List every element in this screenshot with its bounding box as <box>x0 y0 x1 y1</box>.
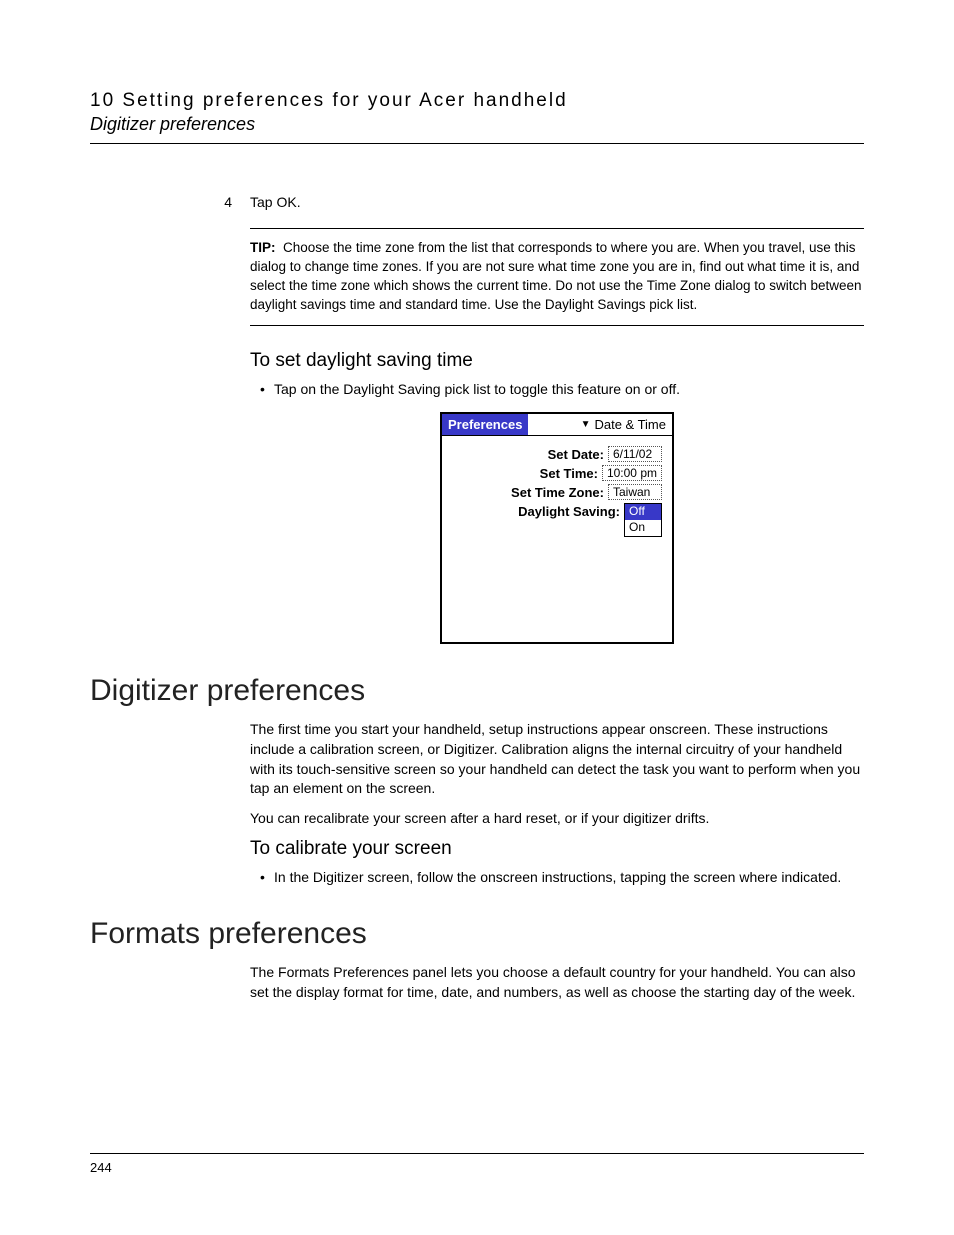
formats-heading: Formats preferences <box>90 917 864 951</box>
bullet-icon: • <box>250 868 274 887</box>
daylight-saving-label: Daylight Saving: <box>518 503 624 519</box>
calibrate-heading: To calibrate your screen <box>250 838 864 860</box>
palm-titlebar: Preferences ▼ Date & Time <box>442 414 672 436</box>
set-date-label: Set Date: <box>548 447 608 462</box>
set-timezone-value[interactable]: Taiwan <box>608 484 662 500</box>
palm-category-label: Date & Time <box>594 417 666 432</box>
section-subtitle: Digitizer preferences <box>90 114 864 135</box>
formats-p1: The Formats Preferences panel lets you c… <box>250 963 864 1002</box>
tip-label: TIP: <box>250 240 276 255</box>
tip-callout: TIP: Choose the time zone from the list … <box>250 228 864 326</box>
set-timezone-label: Set Time Zone: <box>511 485 608 500</box>
page-footer: 244 <box>90 1153 864 1175</box>
page-number: 244 <box>90 1160 112 1175</box>
step-text: Tap OK. <box>250 194 301 210</box>
dst-bullet-item: • Tap on the Daylight Saving pick list t… <box>250 380 864 399</box>
page-header: 10 Setting preferences for your Acer han… <box>90 90 864 144</box>
chapter-title: 10 Setting preferences for your Acer han… <box>90 90 864 112</box>
digitizer-p1: The first time you start your handheld, … <box>250 720 864 798</box>
palm-preferences-screenshot: Preferences ▼ Date & Time Set Date: 6/11… <box>440 412 674 644</box>
dropdown-arrow-icon: ▼ <box>581 419 591 430</box>
ds-option-on[interactable]: On <box>625 520 661 536</box>
palm-app-title: Preferences <box>442 414 528 435</box>
palm-category-picker[interactable]: ▼ Date & Time <box>581 417 672 432</box>
step-number: 4 <box>220 194 250 210</box>
calibrate-bullet-text: In the Digitizer screen, follow the onsc… <box>274 868 841 887</box>
digitizer-heading: Digitizer preferences <box>90 674 864 708</box>
bullet-icon: • <box>250 380 274 399</box>
daylight-saving-picklist[interactable]: Off On <box>624 503 662 536</box>
palm-form: Set Date: 6/11/02 Set Time: 10:00 pm Set… <box>442 436 672 536</box>
set-date-value[interactable]: 6/11/02 <box>608 446 662 462</box>
set-time-value[interactable]: 10:00 pm <box>602 465 662 481</box>
dst-bullet-text: Tap on the Daylight Saving pick list to … <box>274 380 680 399</box>
step-item: 4 Tap OK. <box>220 194 864 210</box>
digitizer-p2: You can recalibrate your screen after a … <box>250 809 864 829</box>
calibrate-bullet-item: • In the Digitizer screen, follow the on… <box>250 868 864 887</box>
set-time-label: Set Time: <box>540 466 602 481</box>
dst-heading: To set daylight saving time <box>250 350 864 372</box>
tip-body: Choose the time zone from the list that … <box>250 240 862 312</box>
ds-option-off[interactable]: Off <box>625 504 661 520</box>
